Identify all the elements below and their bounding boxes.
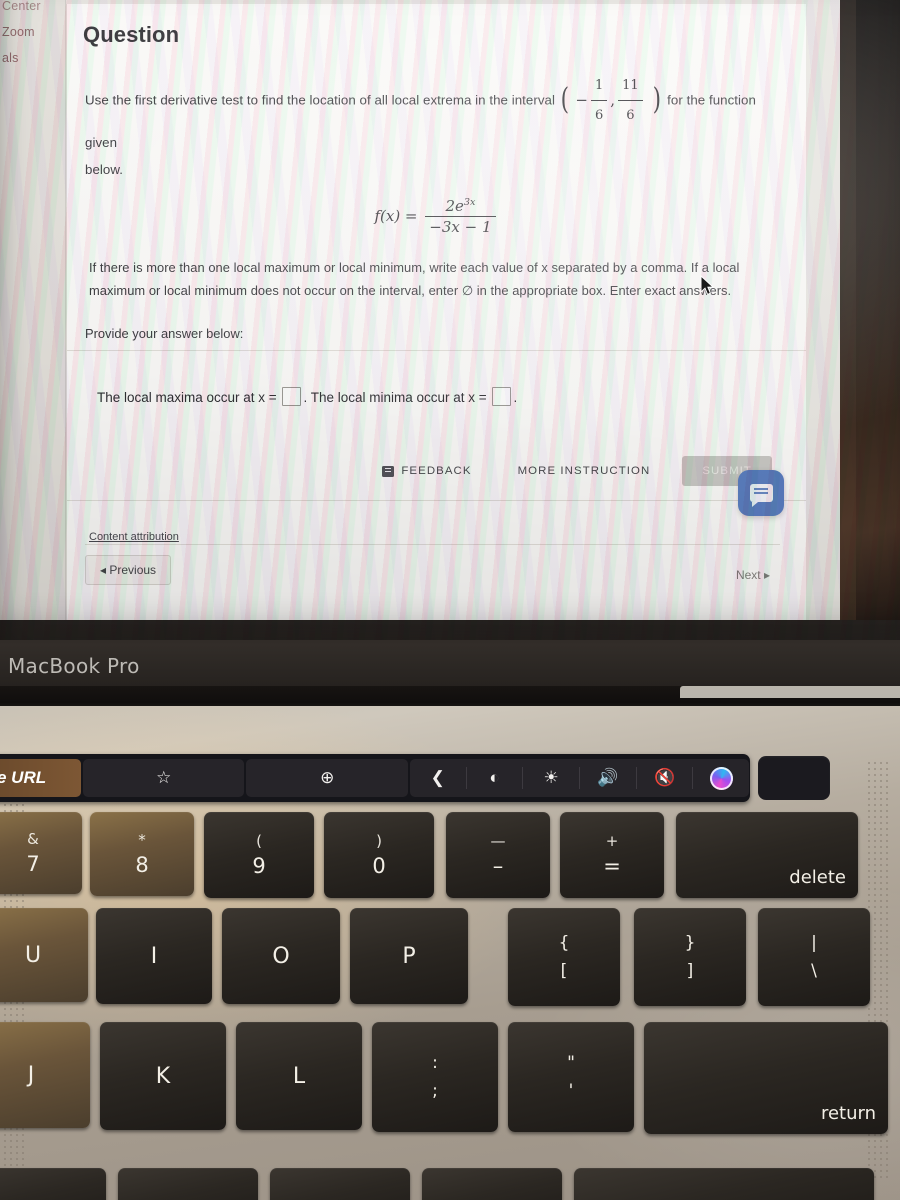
feedback-button[interactable]: FEEDBACK [368,456,485,486]
brightness-icon[interactable]: ☀ [523,768,579,788]
macbook-pro-label: MacBook Pro [8,654,140,678]
question-prompt: Use the first derivative test to find th… [67,48,806,183]
action-button-row: FEEDBACK MORE INSTRUCTION SUBMIT [67,440,806,486]
content-attribution[interactable]: Content attribution [67,501,806,545]
chat-bubble-icon [749,484,773,507]
minima-label: The local minima occur at x = [310,390,487,405]
key-p[interactable]: P [350,908,468,1004]
key-minus[interactable]: — – [446,812,550,898]
prompt-lead-text: Use the first derivative test to find th… [85,92,555,108]
interval-open-paren: ( [560,82,569,118]
key-equals[interactable]: + = [560,812,664,898]
volume-up-icon[interactable]: 🔊 [580,768,636,788]
provide-answer-label: Provide your answer below: [85,326,244,341]
touch-id-power-button[interactable] [758,756,830,800]
function-formula: f(x) = 2e3x −3x − 1 [67,183,806,242]
minima-suffix: . [513,390,518,405]
question-page: Question Use the first derivative test t… [66,4,806,620]
maxima-input[interactable] [282,387,302,406]
formula-fraction: 2e3x −3x − 1 [425,197,496,236]
desk-background-right [856,0,900,660]
chat-bubble-button[interactable] [738,470,784,516]
key-8[interactable]: * 8 [90,812,194,896]
key-0[interactable]: ) 0 [324,812,434,898]
more-instruction-label: MORE INSTRUCTION [517,465,651,477]
interval-right-fraction: 11 6 [618,72,643,129]
media-equalizer-icon[interactable]: ◐ [467,768,523,788]
rail-item-center[interactable]: Center [0,0,65,19]
key-bottom-row-4[interactable] [422,1168,562,1200]
key-backslash[interactable]: | \ [758,908,870,1006]
siri-icon [709,766,733,790]
next-button[interactable]: Next ▸ [726,561,780,589]
page-navigation: ◂ Previous Next ▸ [67,544,806,589]
formula-numerator: 2e3x [425,197,496,217]
minima-input[interactable] [492,387,512,406]
hinge-notch [680,686,900,698]
instructions-line-2: maximum or local minimum does not occur … [89,283,732,298]
more-instruction-button[interactable]: MORE INSTRUCTION [504,456,665,486]
content-attribution-link[interactable]: Content attribution [89,531,179,543]
key-bottom-row-1[interactable] [0,1168,106,1200]
touchbar-control-group[interactable]: ❮ ◐ ☀ 🔊 🔇 [409,759,750,797]
interval-close-paren: ) [652,82,661,118]
maxima-suffix: . [303,390,308,405]
answer-area: The local maxima occur at x = . The loca… [67,351,806,440]
key-semicolon[interactable]: :; [372,1022,498,1132]
interval-left-sign: − [575,90,588,109]
interval-separator: , [610,90,616,109]
formula-exponent: 3x [463,197,476,208]
new-tab-plus-icon[interactable]: ⊕ [246,759,408,797]
feedback-button-label: FEEDBACK [401,465,472,477]
key-quote[interactable]: " ' [508,1022,634,1132]
key-return[interactable]: return [644,1022,888,1134]
key-9[interactable]: ( 9 [204,812,314,898]
key-k[interactable]: K [100,1022,226,1130]
key-l[interactable]: L [236,1022,362,1130]
page-title: Question [83,22,180,47]
maxima-label: The local maxima occur at x = [97,390,277,405]
laptop-screen: Center Zoom als Question Use the first d… [0,0,900,640]
key-bottom-row-3[interactable] [270,1168,410,1200]
key-left-bracket[interactable]: {[ [508,908,620,1006]
browser-left-rail[interactable]: Center Zoom als [0,0,66,628]
key-u[interactable]: U [0,908,88,1002]
touchbar-url-field[interactable]: e URL [0,759,81,797]
siri-button[interactable] [693,766,749,790]
key-bottom-row-2[interactable] [118,1168,258,1200]
previous-button[interactable]: ◂ Previous [85,555,172,585]
feedback-icon [382,465,395,477]
back-chevron-icon[interactable]: ❮ [410,768,466,788]
key-right-bracket[interactable]: }] [634,908,746,1006]
mute-icon[interactable]: 🔇 [637,768,693,788]
touch-bar[interactable]: e URL ☆ ⊕ ❮ ◐ ☀ 🔊 🔇 [0,754,750,802]
key-o[interactable]: O [222,908,340,1004]
favorites-star-icon[interactable]: ☆ [83,759,245,797]
key-bottom-row-5[interactable] [574,1168,874,1200]
key-i[interactable]: I [96,908,212,1004]
question-instructions: If there is more than one local maximum … [67,242,806,302]
formula-denominator: −3x − 1 [429,218,492,236]
key-j[interactable]: J [0,1022,90,1128]
mouse-cursor-icon [700,275,715,296]
rail-item-als[interactable]: als [0,45,65,71]
interval-notation: ( −1 6, 11 6 ) [559,78,667,123]
key-delete[interactable]: delete [676,812,858,898]
prompt-tail2-text: below. [85,162,124,177]
formula-lhs: f(x) = [374,206,418,225]
nav-divider [85,544,780,545]
instructions-line-1: If there is more than one local maximum … [89,260,740,275]
rail-item-zoom[interactable]: Zoom [0,19,65,45]
key-7[interactable]: & 7 [0,812,82,894]
interval-left-fraction: 16 [590,72,608,129]
